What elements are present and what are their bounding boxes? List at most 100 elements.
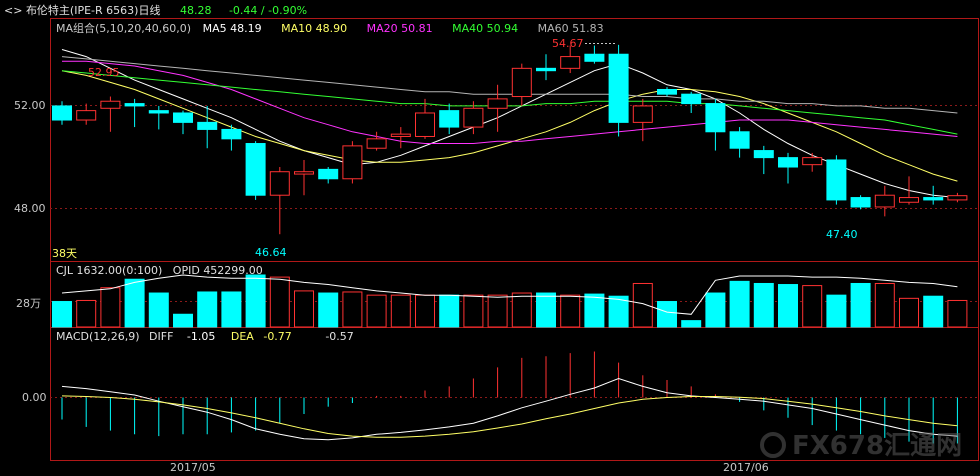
- candle: [802, 152, 823, 172]
- candle: [342, 141, 363, 184]
- days-label: 38天: [52, 247, 77, 260]
- candle: [584, 45, 605, 64]
- volume-bar: [52, 301, 72, 328]
- candle-body: [899, 197, 919, 203]
- ma-line-ma40: [61, 70, 958, 135]
- grid-lines: [50, 105, 978, 398]
- watermark: FX678汇通网: [760, 425, 962, 462]
- header-bar: <> 布伦特主(IPE-R 6563)日线 48.28 -0.44 / -0.9…: [4, 2, 307, 18]
- candle-body: [294, 171, 314, 175]
- volume-bar: [778, 284, 798, 328]
- candle: [947, 192, 968, 203]
- diff-value: -1.05: [186, 330, 216, 343]
- candle: [874, 185, 895, 217]
- candle-body: [850, 197, 871, 208]
- candle-body: [584, 53, 605, 62]
- price-tick-52: 52.00: [14, 99, 46, 112]
- ma-line-ma20: [62, 60, 958, 144]
- candle: [148, 105, 169, 130]
- volume-bar: [511, 292, 532, 328]
- dea-value: -0.77: [263, 330, 292, 343]
- candle: [124, 98, 145, 128]
- candle-body: [415, 112, 435, 137]
- candle: [681, 91, 702, 113]
- volume-bar: [148, 292, 169, 328]
- candle: [826, 155, 847, 205]
- last-price: 48.28: [179, 4, 212, 17]
- candle-body: [874, 194, 895, 208]
- candle: [899, 176, 919, 205]
- macd-name: MACD(12,26,9): [56, 330, 140, 343]
- ma5-label: MA5 48.19: [202, 22, 262, 35]
- candle-body: [148, 110, 169, 114]
- volume-bar: [294, 290, 314, 328]
- candle-body: [657, 88, 677, 95]
- volume-bar: [899, 297, 919, 328]
- candle-body: [753, 150, 774, 159]
- volume-bar: [366, 294, 387, 328]
- candle-body: [173, 112, 193, 123]
- candle-body: [681, 93, 702, 105]
- candle: [366, 131, 387, 151]
- opid-line: [61, 274, 958, 315]
- volume-bar: [826, 294, 847, 328]
- dea-label: DEA: [230, 330, 254, 343]
- candle: [657, 87, 677, 97]
- volume-bar: [318, 292, 339, 328]
- date-label-may: 2017/05: [170, 461, 216, 474]
- candle: [52, 101, 72, 125]
- candle: [705, 98, 726, 151]
- candle-body: [608, 53, 629, 123]
- annotation-high-left: 52.95: [88, 66, 120, 79]
- ma10-label: MA10 48.90: [281, 22, 348, 35]
- ma-line-ma10: [61, 70, 958, 182]
- volume-bar: [923, 295, 944, 328]
- volume-bar: [584, 293, 605, 328]
- ma60-label: MA60 51.83: [537, 22, 604, 35]
- candle-body: [76, 110, 97, 121]
- candle: [923, 185, 944, 205]
- date-label-jun: 2017/06: [723, 461, 769, 474]
- candle-body: [197, 121, 218, 130]
- candle: [390, 127, 411, 149]
- candle: [850, 195, 871, 210]
- macd-value: -0.57: [325, 330, 354, 343]
- candle: [76, 103, 97, 125]
- volume-bar: [657, 301, 677, 328]
- volume-bar: [753, 282, 774, 328]
- candle: [221, 124, 242, 151]
- candle-body: [511, 67, 532, 98]
- chevron-left-icon[interactable]: <>: [4, 4, 22, 17]
- candle-body: [487, 98, 508, 109]
- candle-body: [124, 103, 145, 107]
- volume-legend: CJL 1632.00(0:100) OPID 452299.00: [56, 264, 263, 277]
- volume-bar: [802, 285, 823, 328]
- volume-bar: [269, 276, 290, 328]
- candle-body: [342, 145, 363, 180]
- candle: [778, 152, 798, 184]
- vol-tick: 28万: [16, 297, 41, 310]
- volume-bar: [439, 294, 460, 328]
- chart-window: { "header": { "back_icon": "chevron-left…: [0, 0, 980, 476]
- candle-body: [318, 168, 339, 180]
- volume-bar: [124, 278, 145, 328]
- candle-body: [366, 138, 387, 149]
- ma-legend: MA组合(5,10,20,40,60,0) MA5 48.19 MA10 48.…: [56, 20, 604, 36]
- candle: [294, 159, 314, 196]
- candle: [173, 110, 193, 135]
- annotation-low-right: 47.40: [826, 228, 858, 241]
- candle-body: [778, 157, 798, 168]
- macd-tick: 0.00: [22, 391, 47, 404]
- volume-bar: [100, 287, 121, 328]
- annotation-high-mid: 54.67: [552, 37, 584, 50]
- volume-bar: [947, 299, 968, 328]
- ma40-label: MA40 50.94: [452, 22, 519, 35]
- candle: [415, 98, 435, 139]
- candle: [729, 127, 750, 158]
- candle: [439, 103, 460, 135]
- macd-legend: MACD(12,26,9) DIFF -1.05 DEA -0.77 -0.57: [56, 330, 354, 343]
- ma-legend-name: MA组合(5,10,20,40,60,0): [56, 22, 192, 35]
- candle-body: [802, 157, 823, 166]
- volume-bar: [76, 299, 97, 328]
- candle-body: [705, 103, 726, 133]
